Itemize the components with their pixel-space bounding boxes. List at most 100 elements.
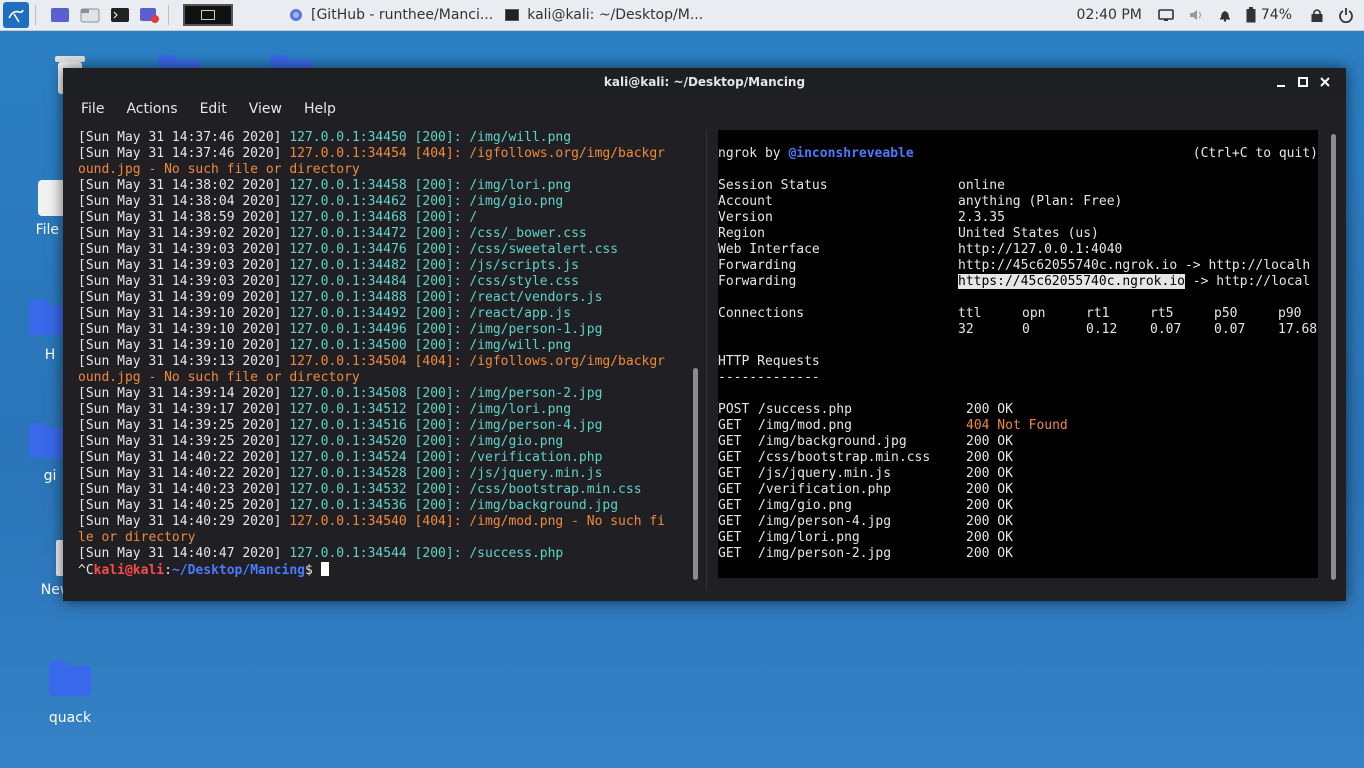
task-terminal[interactable]: kali@kali: ~/Desktop/M...	[505, 7, 703, 23]
log-request: 127.0.0.1:34500 [200]: /img/will.png	[289, 338, 572, 353]
request-status: 200 OK	[966, 514, 1013, 529]
pane-divider[interactable]	[706, 130, 707, 590]
minimize-icon[interactable]	[1270, 73, 1292, 91]
show-desktop-icon[interactable]	[48, 3, 72, 27]
http-request-row: GET /img/background.jpg 200 OK	[718, 434, 1318, 450]
request-path: /verification.php	[758, 482, 892, 497]
power-icon[interactable]	[1338, 7, 1354, 23]
status-value: online	[958, 178, 1005, 193]
log-timestamp: [Sun May 31 14:40:22 2020]	[78, 450, 290, 465]
left-scrollbar[interactable]	[693, 368, 698, 580]
menu-edit[interactable]: Edit	[200, 101, 227, 117]
log-line: [Sun May 31 14:40:22 2020] 127.0.0.1:345…	[78, 466, 680, 482]
status-row: Account anything (Plan: Free)	[718, 194, 1318, 210]
log-line: [Sun May 31 14:39:10 2020] 127.0.0.1:344…	[78, 322, 680, 338]
log-timestamp: [Sun May 31 14:38:02 2020]	[78, 178, 290, 193]
display-icon[interactable]	[1158, 8, 1174, 22]
lock-screen-icon[interactable]	[1310, 8, 1324, 23]
status-value: http://45c62055740c.ngrok.io -> http://l…	[958, 258, 1311, 273]
close-icon[interactable]	[1314, 73, 1336, 91]
http-requests-rule: -------------	[718, 370, 820, 385]
notification-bell-icon[interactable]	[1218, 8, 1232, 22]
log-request: 127.0.0.1:34492 [200]: /react/app.js	[289, 306, 572, 321]
request-path: /img/person-2.jpg	[758, 546, 892, 561]
log-line: [Sun May 31 14:39:03 2020] 127.0.0.1:344…	[78, 274, 680, 290]
status-key: Web Interface	[718, 242, 820, 257]
prompt-user: kali@kali	[93, 563, 165, 578]
terminal-launcher-icon[interactable]	[108, 3, 132, 27]
log-line: [Sun May 31 14:37:46 2020] 127.0.0.1:344…	[78, 130, 680, 146]
connections-value: 17.68	[1278, 322, 1318, 337]
system-tray: 02:40 PM 74%	[1077, 0, 1364, 30]
log-line: [Sun May 31 14:39:10 2020] 127.0.0.1:344…	[78, 306, 680, 322]
log-request: 127.0.0.1:34512 [200]: /img/lori.png	[289, 402, 572, 417]
request-status: 200 OK	[966, 402, 1013, 417]
log-line: [Sun May 31 14:39:10 2020] 127.0.0.1:345…	[78, 338, 680, 354]
request-method: GET	[718, 498, 750, 513]
log-timestamp: [Sun May 31 14:39:10 2020]	[78, 322, 290, 337]
task-browser[interactable]: [GitHub - runthee/Manci...	[289, 7, 493, 23]
http-request-row: GET /css/bootstrap.min.css 200 OK	[718, 450, 1318, 466]
task-label: kali@kali: ~/Desktop/M...	[527, 7, 704, 23]
log-line: [Sun May 31 14:40:25 2020] 127.0.0.1:345…	[78, 498, 680, 514]
right-scrollbar[interactable]	[1331, 134, 1336, 580]
request-status: 200 OK	[966, 530, 1013, 545]
volume-icon[interactable]	[1188, 8, 1204, 22]
right-terminal-pane[interactable]: ngrok by @inconshreveable (Ctrl+C to quit…	[718, 130, 1318, 578]
log-timestamp: [Sun May 31 14:40:25 2020]	[78, 498, 290, 513]
desktop-icon-quack[interactable]: quack	[20, 661, 120, 726]
left-terminal-pane[interactable]: [Sun May 31 14:37:46 2020] 127.0.0.1:344…	[78, 130, 680, 590]
log-line: [Sun May 31 14:39:13 2020] 127.0.0.1:345…	[78, 354, 680, 370]
log-request: 127.0.0.1:34536 [200]: /img/background.j…	[289, 498, 619, 513]
log-line: [Sun May 31 14:40:22 2020] 127.0.0.1:345…	[78, 450, 680, 466]
status-row: Forwarding http://45c62055740c.ngrok.io -…	[718, 258, 1318, 274]
log-request: 127.0.0.1:34504 [404]: /igfollows.org/im…	[289, 354, 666, 369]
request-method: GET	[718, 450, 750, 465]
clock[interactable]: 02:40 PM	[1077, 7, 1142, 23]
desktop-icon-label: quack	[48, 710, 92, 726]
log-request: 127.0.0.1:34472 [200]: /css/_bower.css	[289, 226, 587, 241]
connections-value: 0.07	[1214, 322, 1246, 337]
log-timestamp: [Sun May 31 14:39:10 2020]	[78, 338, 290, 353]
status-value: United States (us)	[958, 226, 1099, 241]
ngrok-author: @inconshreveable	[788, 146, 914, 161]
request-status: 404 Not Found	[966, 418, 1068, 433]
request-status: 200 OK	[966, 434, 1013, 449]
request-method: GET	[718, 434, 750, 449]
log-timestamp: [Sun May 31 14:39:09 2020]	[78, 290, 290, 305]
menu-actions[interactable]: Actions	[126, 101, 177, 117]
log-timestamp: [Sun May 31 14:37:46 2020]	[78, 130, 290, 145]
file-manager-icon[interactable]	[78, 3, 102, 27]
kali-menu-icon[interactable]	[3, 2, 29, 28]
menu-view[interactable]: View	[249, 101, 282, 117]
terminal-window: kali@kali: ~/Desktop/Mancing File Action…	[63, 68, 1346, 601]
http-request-row: GET /img/gio.png 200 OK	[718, 498, 1318, 514]
request-method: POST	[718, 402, 750, 417]
maximize-icon[interactable]	[1292, 73, 1314, 91]
connections-header-row: Connections ttl opn rt1 rt5 p50 p90	[718, 306, 1318, 322]
connections-header: rt1	[1086, 306, 1110, 321]
log-request: 127.0.0.1:34516 [200]: /img/person-4.jpg	[289, 418, 603, 433]
battery-indicator[interactable]: 74%	[1246, 7, 1292, 23]
log-timestamp: [Sun May 31 14:39:10 2020]	[78, 306, 290, 321]
request-path: /img/mod.png	[758, 418, 852, 433]
screen-recorder-icon[interactable]	[138, 3, 162, 27]
menu-help[interactable]: Help	[304, 101, 336, 117]
http-requests-title: HTTP Requests	[718, 354, 820, 369]
connections-header: p50	[1214, 306, 1238, 321]
connections-header: ttl	[958, 306, 982, 321]
folder-icon	[49, 661, 91, 696]
log-request: 127.0.0.1:34450 [200]: /img/will.png	[289, 130, 572, 145]
request-path: /success.php	[758, 402, 852, 417]
log-timestamp: [Sun May 31 14:40:29 2020]	[78, 514, 290, 529]
request-method: GET	[718, 546, 750, 561]
forwarding-https-url[interactable]: https://45c62055740c.ngrok.io	[958, 274, 1185, 289]
window-titlebar[interactable]: kali@kali: ~/Desktop/Mancing	[63, 68, 1346, 96]
menu-file[interactable]: File	[81, 101, 104, 117]
workspace-switcher[interactable]	[183, 4, 233, 26]
log-request: 127.0.0.1:34488 [200]: /react/vendors.js	[289, 290, 603, 305]
log-line: [Sun May 31 14:38:02 2020] 127.0.0.1:344…	[78, 178, 680, 194]
log-request: 127.0.0.1:34528 [200]: /js/jquery.min.js	[289, 466, 603, 481]
log-timestamp: [Sun May 31 14:40:47 2020]	[78, 546, 290, 561]
request-status: 200 OK	[966, 466, 1013, 481]
